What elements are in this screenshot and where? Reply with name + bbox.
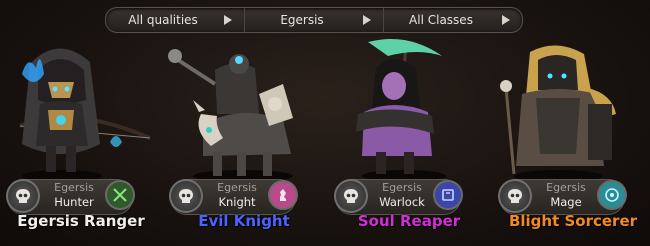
hero-portrait-ranger xyxy=(19,48,151,182)
hero-portrait-knight xyxy=(168,49,293,182)
hero-class: Hunter xyxy=(54,195,94,209)
quality-filter-dropdown[interactable]: All qualities xyxy=(106,8,244,32)
hero-name: Blight Sorcerer xyxy=(508,212,638,230)
skull-icon xyxy=(169,179,203,213)
triangle-right-icon xyxy=(224,15,232,25)
hero-info-plate: Egersis Warlock xyxy=(334,179,463,215)
hero-card-soul-reaper[interactable]: Egersis Warlock Soul Reaper xyxy=(328,34,490,246)
faction-filter-label: Egersis xyxy=(280,13,324,27)
hero-class: Mage xyxy=(550,195,582,209)
knight-chess-icon xyxy=(268,180,298,210)
hero-name: Evil Knight xyxy=(198,212,290,230)
hero-info-plate: Egersis Knight xyxy=(169,179,298,215)
skull-icon xyxy=(6,179,40,213)
hero-class: Knight xyxy=(218,195,256,209)
triangle-right-icon xyxy=(502,15,510,25)
hero-name: Egersis Ranger xyxy=(17,212,145,230)
hero-info-plate: Egersis Mage xyxy=(498,179,627,215)
class-filter-label: All Classes xyxy=(409,13,473,27)
hero-name: Soul Reaper xyxy=(357,212,461,230)
triangle-right-icon xyxy=(363,15,371,25)
hero-faction: Egersis xyxy=(546,181,586,194)
hero-class: Warlock xyxy=(379,195,425,209)
hero-info-plate: Egersis Hunter xyxy=(6,179,135,215)
spellbook-icon xyxy=(433,180,463,210)
skull-icon xyxy=(498,179,532,213)
filter-bar: All qualities Egersis All Classes xyxy=(105,7,523,33)
class-filter-dropdown[interactable]: All Classes xyxy=(383,8,522,32)
question-orb-icon xyxy=(597,180,627,210)
hero-collection-screen: All qualities Egersis All Classes Egersi… xyxy=(0,0,650,246)
hero-faction: Egersis xyxy=(382,181,422,194)
hero-card-evil-knight[interactable]: Egersis Knight Evil Knight xyxy=(163,34,325,246)
hero-portrait-sorcerer xyxy=(500,45,616,182)
skull-icon xyxy=(334,179,368,213)
hero-card-blight-sorcerer[interactable]: Egersis Mage Blight Sorcerer xyxy=(492,34,650,246)
hero-card-egersis-ranger[interactable]: Egersis Hunter Egersis Ranger xyxy=(0,34,162,246)
hero-portrait-reaper xyxy=(356,39,446,182)
hero-faction: Egersis xyxy=(54,181,94,194)
faction-filter-dropdown[interactable]: Egersis xyxy=(244,8,383,32)
quality-filter-label: All qualities xyxy=(128,13,198,27)
crossed-arrows-icon xyxy=(105,180,135,210)
hero-faction: Egersis xyxy=(217,181,257,194)
